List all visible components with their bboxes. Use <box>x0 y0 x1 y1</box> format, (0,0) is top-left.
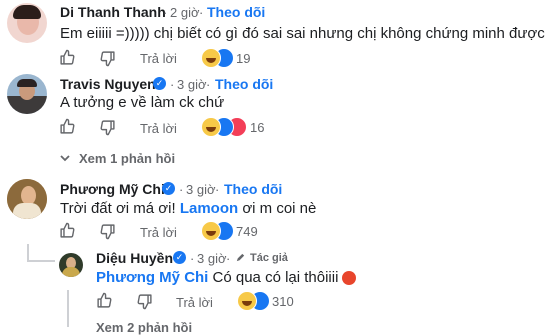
verified-badge-icon: ✓ <box>153 77 166 90</box>
comment-author[interactable]: Phương Mỹ Chi <box>60 181 165 197</box>
comment-separator: · <box>206 77 211 92</box>
reaction-summary[interactable] <box>201 221 237 241</box>
thumbs-up-icon[interactable] <box>59 49 76 66</box>
reply-text: Phương Mỹ Chi Có qua có lại thôiiii <box>96 269 338 286</box>
view-replies-link[interactable]: Xem 2 phản hồi <box>96 320 192 335</box>
thumbs-up-icon[interactable] <box>59 118 76 135</box>
thumbs-down-icon[interactable] <box>99 119 116 136</box>
comment-text: Trời đất ơi má ơi! Lamoon ơi m coi nè <box>60 200 316 217</box>
reply-time[interactable]: 3 giờ <box>197 251 227 266</box>
comment-text-part: Trời đất ơi má ơi! <box>60 200 176 217</box>
comment-separator: · <box>179 182 184 197</box>
haha-reaction-icon <box>201 221 221 241</box>
reply-author[interactable]: Diệu Huyền <box>96 250 173 266</box>
angry-emoji-icon <box>342 271 356 285</box>
comment-text-part: ơi m coi nè <box>242 200 317 217</box>
reply-separator: · <box>226 251 231 266</box>
reply-button[interactable]: Trả lời <box>140 121 177 136</box>
comment-text: A tưởng e về làm ck chứ <box>60 94 225 111</box>
chevron-down-icon[interactable] <box>60 154 70 162</box>
comment-time[interactable]: 3 giờ <box>186 182 216 197</box>
comment-text: Em eiiiii =))))) chị biết có gì đó sai s… <box>60 25 545 42</box>
avatar[interactable] <box>7 74 47 114</box>
comment-time[interactable]: 3 giờ <box>177 77 207 92</box>
reaction-summary[interactable] <box>201 48 237 68</box>
pencil-icon <box>235 252 246 263</box>
follow-link[interactable]: Theo dõi <box>207 4 265 20</box>
avatar[interactable] <box>7 3 47 43</box>
comment-separator: · <box>215 182 220 197</box>
reaction-count[interactable]: 310 <box>272 294 294 309</box>
reaction-count[interactable]: 19 <box>236 51 250 66</box>
mention-link[interactable]: Lamoon <box>180 200 238 217</box>
comment-time[interactable]: 2 giờ <box>170 5 200 20</box>
view-replies-link[interactable]: Xem 1 phản hồi <box>79 151 175 166</box>
reply-button[interactable]: Trả lời <box>176 295 213 310</box>
verified-badge-icon: ✓ <box>162 182 175 195</box>
reaction-summary[interactable] <box>201 117 249 137</box>
mention-link[interactable]: Phương Mỹ Chi <box>96 269 208 286</box>
reaction-count[interactable]: 16 <box>250 120 264 135</box>
thumbs-down-icon[interactable] <box>99 223 116 240</box>
thumbs-up-icon[interactable] <box>59 222 76 239</box>
haha-reaction-icon <box>201 117 221 137</box>
avatar[interactable] <box>59 253 83 277</box>
comment-separator: · <box>199 5 204 20</box>
thumbs-down-icon[interactable] <box>136 293 153 310</box>
follow-link[interactable]: Theo dõi <box>215 76 273 92</box>
reply-button[interactable]: Trả lời <box>140 225 177 240</box>
comment-author[interactable]: Travis Nguyen <box>60 76 156 92</box>
thumbs-down-icon[interactable] <box>99 50 116 67</box>
verified-badge-icon: ✓ <box>173 251 186 264</box>
comment-separator: · <box>170 77 175 92</box>
author-badge: Tác giả <box>250 252 288 264</box>
reply-text-part: Có qua có lại thôiiii <box>212 269 339 286</box>
thread-line <box>27 260 55 262</box>
comment-author[interactable]: Di Thanh Thanh <box>60 4 166 20</box>
haha-reaction-icon <box>237 291 257 311</box>
thread-line <box>67 290 69 327</box>
haha-reaction-icon <box>201 48 221 68</box>
thumbs-up-icon[interactable] <box>96 292 113 309</box>
avatar[interactable] <box>7 179 47 219</box>
reaction-summary[interactable] <box>237 291 273 311</box>
reply-button[interactable]: Trả lời <box>140 51 177 66</box>
reaction-count[interactable]: 749 <box>236 224 258 239</box>
reply-separator: · <box>190 251 195 266</box>
follow-link[interactable]: Theo dõi <box>224 181 282 197</box>
comment-separator: · <box>163 5 168 20</box>
